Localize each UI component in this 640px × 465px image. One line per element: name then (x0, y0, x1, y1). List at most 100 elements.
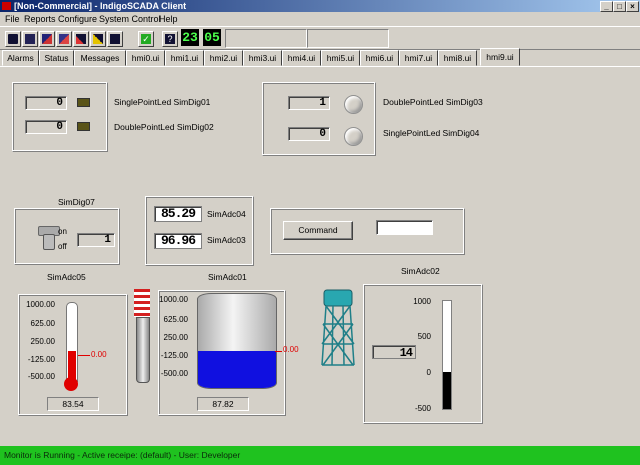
report-button[interactable] (22, 31, 38, 47)
simadc05-title: SimAdc05 (47, 272, 86, 282)
simdig03-led (344, 95, 363, 114)
pause-icon (110, 34, 120, 44)
gauge-tick-1: 1000 (413, 297, 431, 306)
gauge-bar (442, 300, 452, 410)
check-icon: ✓ (141, 34, 151, 44)
gauge-tick-4: -500 (414, 404, 431, 413)
tank-fill (198, 351, 276, 388)
help-icon: ? (165, 34, 175, 44)
run-icon (42, 34, 52, 44)
acknowledge-icon (93, 34, 103, 44)
tab-messages[interactable]: Messages (74, 50, 126, 66)
gauge-tick-2: 500 (417, 332, 431, 341)
thermo-tick-2: 625.00 (30, 319, 55, 328)
simadc05-value: 83.54 (47, 397, 99, 411)
tab-alarms[interactable]: Alarms (2, 50, 39, 66)
simadc01-value: 87.82 (197, 397, 249, 411)
simadc03-label: SimAdc03 (207, 235, 246, 245)
menu-bar: File Reports Configure System Control He… (0, 12, 640, 25)
simadc04-lcd: 85.29 (154, 206, 202, 222)
digital-panel-left (12, 82, 108, 152)
tab-hmi4[interactable]: hmi4.ui (282, 50, 321, 66)
thermometer-tube (66, 302, 78, 382)
tab-bar: Alarms Status Messages hmi0.ui hmi1.ui h… (0, 48, 640, 66)
tank-tick-3: 250.00 (163, 333, 188, 342)
simdig02-label: DoublePointLed SimDig02 (114, 122, 214, 132)
close-button[interactable]: × (626, 1, 639, 12)
status-bar: Monitor is Running - Active receipe: (de… (0, 446, 640, 465)
tank-tick-4: -125.00 (160, 351, 188, 360)
simadc03-lcd: 96.96 (154, 233, 202, 249)
thermo-tick-3: 250.00 (30, 337, 55, 346)
print-button[interactable] (5, 31, 21, 47)
simdig07-value: 1 (77, 233, 115, 247)
menu-help[interactable]: Help (159, 14, 178, 24)
toggle-switch[interactable] (38, 226, 60, 250)
thermo-tick-4: -125.00 (27, 355, 55, 364)
tank-setpoint-line (275, 351, 282, 352)
disconnect-button[interactable] (73, 31, 89, 47)
tab-hmi2[interactable]: hmi2.ui (204, 50, 243, 66)
run-button[interactable] (39, 31, 55, 47)
pause-button[interactable] (107, 31, 123, 47)
maximize-button[interactable]: □ (613, 1, 626, 12)
gauge-tick-3: 0 (426, 368, 431, 377)
thermo-setpoint-line (78, 355, 90, 356)
simdig04-label: SinglePointLed SimDig04 (383, 128, 480, 138)
help-button[interactable]: ? (162, 31, 178, 47)
stop-button[interactable] (56, 31, 72, 47)
tab-hmi3[interactable]: hmi3.ui (243, 50, 282, 66)
digital-panel-right (262, 82, 376, 156)
check-button[interactable]: ✓ (138, 31, 154, 47)
switch-on-label: on (58, 227, 67, 236)
tab-hmi7[interactable]: hmi7.ui (399, 50, 438, 66)
tab-hmi9[interactable]: hmi9.ui (480, 48, 520, 66)
simdig07-title: SimDig07 (58, 197, 95, 207)
printer-icon (8, 34, 18, 44)
simadc02-title: SimAdc02 (401, 266, 440, 276)
tab-hmi1[interactable]: hmi1.ui (165, 50, 204, 66)
simdig01-label: SinglePointLed SimDig01 (114, 97, 211, 107)
menu-configure[interactable]: Configure (58, 14, 97, 24)
simdig01-led (77, 98, 90, 107)
tab-hmi0[interactable]: hmi0.ui (126, 50, 165, 66)
menu-file[interactable]: File (5, 14, 20, 24)
title-bar: [Non-Commercial] - IndigoSCADA Client _ … (0, 0, 640, 12)
tab-hmi6[interactable]: hmi6.ui (360, 50, 399, 66)
simadc02-value: 14 (372, 345, 416, 360)
menu-reports[interactable]: Reports (24, 14, 56, 24)
tank-tick-2: 625.00 (163, 315, 188, 324)
disconnect-icon (76, 34, 86, 44)
simdig03-label: DoublePointLed SimDig03 (383, 97, 483, 107)
simadc04-label: SimAdc04 (207, 209, 246, 219)
simdig02-value: 0 (25, 120, 67, 134)
toolbar-panel-1 (225, 29, 307, 48)
simadc01-title: SimAdc01 (208, 272, 247, 282)
simdig03-value: 1 (288, 96, 330, 110)
menu-system-control[interactable]: System Control (99, 14, 161, 24)
simdig04-value: 0 (288, 127, 330, 141)
simdig01-value: 0 (25, 96, 67, 110)
simdig02-led (77, 122, 90, 131)
tab-divider (0, 66, 640, 67)
report-icon (25, 34, 35, 44)
clock-hours: 23 (181, 29, 199, 46)
status-text: Monitor is Running - Active receipe: (de… (4, 450, 241, 460)
simdig04-led (344, 127, 363, 146)
tab-hmi8[interactable]: hmi8.ui (438, 50, 477, 66)
command-button[interactable]: Command (283, 221, 353, 240)
tank-tick-1: 1000.00 (159, 295, 188, 304)
acknowledge-button[interactable] (90, 31, 106, 47)
stop-icon (59, 34, 69, 44)
thermometer-bulb (64, 377, 78, 391)
thermo-tick-5: -500.00 (27, 372, 55, 381)
toolbar-panel-2 (307, 29, 389, 48)
switch-off-label: off (58, 242, 67, 251)
command-input[interactable] (376, 220, 433, 235)
tank-setpoint-label: 0.00 (283, 345, 299, 354)
tab-status[interactable]: Status (39, 50, 74, 66)
minimize-button[interactable]: _ (600, 1, 613, 12)
gauge-fill (443, 372, 451, 409)
thermo-tick-1: 1000.00 (26, 300, 55, 309)
tab-hmi5[interactable]: hmi5.ui (321, 50, 360, 66)
